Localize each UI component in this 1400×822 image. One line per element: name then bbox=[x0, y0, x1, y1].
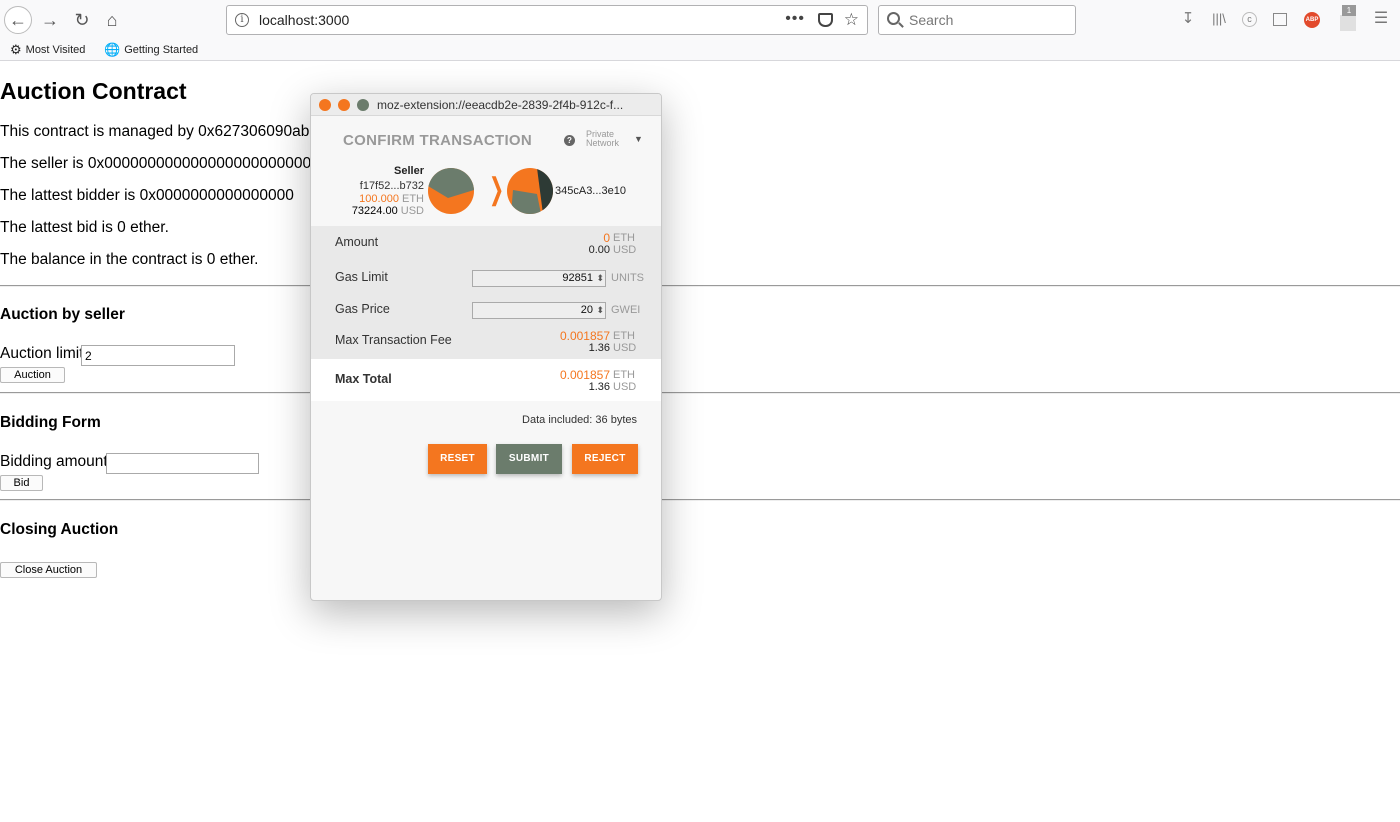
home-button[interactable]: ⌂ bbox=[98, 6, 126, 34]
max-total-eth-unit: ETH bbox=[613, 369, 635, 381]
balance-text: The balance in the contract is 0 ether. bbox=[0, 251, 259, 268]
section-divider bbox=[0, 285, 1400, 287]
forward-button[interactable]: → bbox=[36, 6, 64, 34]
bookmark-getting-started[interactable]: 🌐 Getting Started bbox=[104, 42, 198, 58]
recipient-identicon bbox=[507, 168, 553, 214]
submit-button[interactable]: SUBMIT bbox=[496, 444, 562, 474]
url-bar[interactable]: i localhost:3000 ••• ☆ bbox=[226, 5, 868, 35]
reload-button[interactable]: ↻ bbox=[68, 6, 96, 34]
reject-button[interactable]: REJECT bbox=[572, 444, 638, 474]
max-total-usd-value: 1.36 bbox=[588, 381, 610, 393]
close-auction-button[interactable]: Close Auction bbox=[0, 562, 97, 578]
sender-eth-value: 100.000 bbox=[359, 193, 399, 205]
caret-down-icon[interactable]: ▼ bbox=[634, 134, 643, 144]
popup-titlebar: moz-extension://eeacdb2e-2839-2f4b-912c-… bbox=[311, 94, 661, 116]
sender-identicon bbox=[428, 168, 474, 214]
reset-button[interactable]: RESET bbox=[428, 444, 487, 474]
bidding-amount-label: Bidding amount bbox=[0, 453, 108, 470]
bidder-text: The lattest bidder is 0x0000000000000000 bbox=[0, 187, 294, 204]
notification-badge: 1 bbox=[1342, 5, 1356, 16]
bookmark-most-visited[interactable]: ⚙ Most Visited bbox=[10, 42, 85, 58]
seller-text: The seller is 0x000000000000000000000000… bbox=[0, 155, 320, 172]
metamask-popup: moz-extension://eeacdb2e-2839-2f4b-912c-… bbox=[310, 93, 662, 601]
max-total-eth-value: 0.001857 bbox=[559, 368, 610, 382]
network-label-line2: Network bbox=[586, 138, 620, 148]
globe-icon: 🌐 bbox=[104, 42, 121, 57]
gas-limit-input[interactable]: 92851 bbox=[472, 270, 606, 287]
amount-eth-unit: ETH bbox=[613, 232, 635, 244]
library-icon[interactable]: |||\ bbox=[1210, 10, 1228, 28]
manager-text: This contract is managed by 0x627306090a… bbox=[0, 123, 310, 140]
auction-limit-label: Auction limit bbox=[0, 345, 84, 362]
page-actions-icon[interactable]: ••• bbox=[785, 10, 805, 28]
close-window-button[interactable] bbox=[319, 99, 331, 111]
bidding-heading: Bidding Form bbox=[0, 414, 101, 431]
bookmark-label: Most Visited bbox=[25, 44, 86, 56]
gas-limit-label: Gas Limit bbox=[335, 270, 388, 284]
bid-button[interactable]: Bid bbox=[0, 475, 43, 491]
search-icon bbox=[887, 12, 900, 25]
back-button[interactable]: ← bbox=[4, 6, 32, 34]
amount-label: Amount bbox=[335, 235, 379, 249]
sender-address: f17f52...b732 bbox=[359, 180, 424, 192]
section-divider bbox=[0, 392, 1400, 394]
recipient-address: 345cA3...3e10 bbox=[555, 185, 626, 197]
usd-unit: USD bbox=[400, 205, 424, 217]
url-text: localhost:3000 bbox=[259, 12, 350, 28]
max-total-usd-unit: USD bbox=[613, 381, 637, 393]
search-input[interactable]: Search bbox=[878, 5, 1076, 35]
amount-usd-value: 0.00 bbox=[588, 244, 610, 256]
section-divider bbox=[0, 499, 1400, 501]
sender-usd-value: 73224.00 bbox=[351, 205, 398, 217]
page-title: Auction Contract bbox=[0, 78, 187, 104]
menu-icon[interactable]: ☰ bbox=[1372, 10, 1390, 28]
chrome-divider bbox=[0, 60, 1400, 61]
gas-price-input[interactable]: 20 bbox=[472, 302, 606, 319]
bookmark-star-icon[interactable]: ☆ bbox=[844, 10, 859, 30]
eth-unit: ETH bbox=[402, 193, 424, 205]
bookmarks-bar: ⚙ Most Visited 🌐 Getting Started bbox=[0, 40, 1400, 60]
arrow-right-icon: ❯ bbox=[489, 173, 505, 206]
closing-heading: Closing Auction bbox=[0, 521, 119, 538]
sender-name: Seller bbox=[394, 165, 424, 177]
max-fee-usd-unit: USD bbox=[613, 342, 637, 354]
max-fee-usd-value: 1.36 bbox=[588, 342, 610, 354]
info-icon[interactable]: i bbox=[235, 13, 249, 27]
gas-price-label: Gas Price bbox=[335, 302, 390, 316]
sidebar-icon[interactable] bbox=[1273, 13, 1287, 26]
max-fee-eth-value: 0.001857 bbox=[559, 329, 610, 343]
amount-usd-unit: USD bbox=[613, 244, 637, 256]
adblock-icon[interactable]: ABP bbox=[1304, 12, 1320, 28]
gear-icon: ⚙ bbox=[10, 42, 22, 57]
minimize-window-button[interactable] bbox=[338, 99, 350, 111]
bid-text: The lattest bid is 0 ether. bbox=[0, 219, 169, 236]
gas-price-unit: GWEI bbox=[611, 304, 641, 316]
max-fee-label: Max Transaction Fee bbox=[335, 333, 452, 347]
data-included-text: Data included: 36 bytes bbox=[522, 414, 637, 426]
downloads-icon[interactable]: ↧ bbox=[1179, 10, 1197, 28]
confirm-title: CONFIRM TRANSACTION bbox=[343, 132, 533, 149]
sender-eth-balance: 100.000 ETH bbox=[359, 193, 424, 205]
max-total-label: Max Total bbox=[335, 372, 392, 386]
extension-c-icon[interactable]: c bbox=[1242, 12, 1257, 27]
max-fee-eth-unit: ETH bbox=[613, 330, 635, 342]
help-icon[interactable]: ? bbox=[564, 135, 575, 146]
bidding-amount-input[interactable] bbox=[106, 453, 259, 474]
zoom-window-button[interactable] bbox=[357, 99, 369, 111]
popup-url: moz-extension://eeacdb2e-2839-2f4b-912c-… bbox=[377, 98, 624, 112]
pocket-icon[interactable] bbox=[818, 13, 833, 27]
auction-button[interactable]: Auction bbox=[0, 367, 65, 383]
auction-heading: Auction by seller bbox=[0, 306, 125, 323]
amount-eth-value: 0 bbox=[603, 231, 610, 245]
gas-limit-unit: UNITS bbox=[611, 272, 644, 284]
network-selector[interactable]: Private Network bbox=[586, 130, 619, 148]
auction-limit-input[interactable] bbox=[81, 345, 235, 366]
extension-icon[interactable] bbox=[1340, 15, 1356, 31]
bookmark-label: Getting Started bbox=[124, 44, 199, 56]
sender-usd-balance: 73224.00 USD bbox=[352, 205, 424, 217]
browser-toolbar: ← → ↻ ⌂ i localhost:3000 ••• ☆ Search ↧ … bbox=[0, 0, 1400, 40]
search-placeholder: Search bbox=[909, 12, 954, 28]
